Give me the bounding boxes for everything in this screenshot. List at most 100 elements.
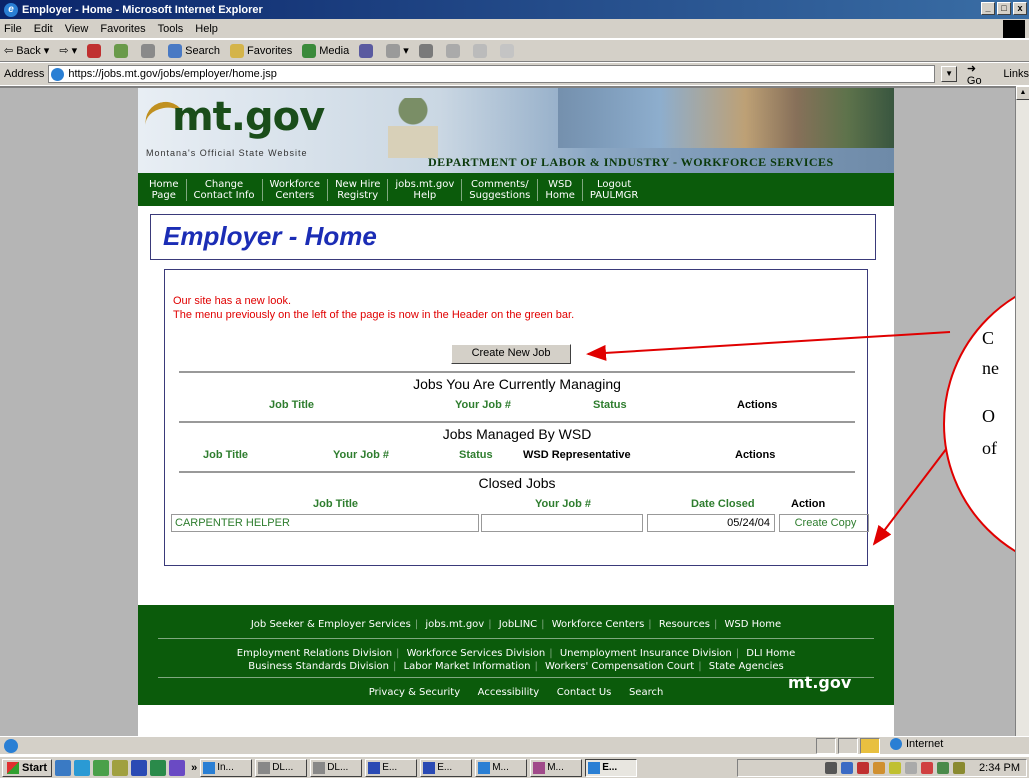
print-icon bbox=[418, 43, 433, 58]
print-button[interactable] bbox=[418, 43, 436, 58]
clock[interactable]: 2:34 PM bbox=[979, 762, 1020, 774]
menu-view[interactable]: View bbox=[65, 23, 89, 35]
quicklaunch-outlook-icon[interactable] bbox=[93, 759, 110, 776]
task-button[interactable]: E... bbox=[420, 758, 473, 777]
task-button[interactable]: M... bbox=[530, 758, 583, 777]
window-title: Employer - Home - Microsoft Internet Exp… bbox=[22, 3, 263, 16]
edit-button[interactable] bbox=[445, 43, 463, 58]
minimize-button[interactable]: _ bbox=[981, 2, 995, 15]
callout-text-3: O bbox=[982, 406, 995, 426]
tray-app-icon[interactable] bbox=[921, 762, 934, 774]
tray-app-icon[interactable] bbox=[937, 762, 950, 774]
arrow-to-create-copy bbox=[872, 443, 951, 546]
discuss-button[interactable] bbox=[472, 43, 490, 58]
quicklaunch-more-icon[interactable]: » bbox=[191, 762, 197, 774]
volume-icon[interactable] bbox=[825, 762, 838, 774]
media-button[interactable]: Media bbox=[302, 43, 349, 58]
network-icon[interactable] bbox=[841, 762, 854, 774]
ie-icon bbox=[588, 761, 601, 774]
task-app-icon bbox=[258, 761, 271, 774]
close-button[interactable]: x bbox=[1013, 2, 1027, 15]
stop-icon bbox=[87, 43, 102, 58]
window-controls: _ □ x bbox=[981, 2, 1027, 15]
favorites-button[interactable]: Favorites bbox=[229, 43, 292, 58]
search-button[interactable]: Search bbox=[168, 43, 220, 58]
address-url: https://jobs.mt.gov/jobs/employer/home.j… bbox=[68, 68, 277, 80]
favorites-icon bbox=[229, 43, 244, 58]
arrow-to-create-new-job bbox=[586, 331, 951, 361]
quicklaunch-desktop-icon[interactable] bbox=[55, 759, 72, 776]
status-bar: Internet bbox=[0, 736, 1029, 754]
word-icon bbox=[423, 761, 436, 774]
callout-text-4: of bbox=[982, 438, 997, 458]
quicklaunch-excel-icon[interactable] bbox=[150, 759, 167, 776]
start-button[interactable]: Start bbox=[2, 758, 53, 777]
forward-button[interactable]: ⇨ ▾ bbox=[59, 44, 77, 57]
vertical-scrollbar[interactable]: ▲ bbox=[1015, 86, 1029, 736]
tray-app-icon[interactable] bbox=[873, 762, 886, 774]
system-tray: 2:34 PM bbox=[737, 759, 1027, 777]
media-icon bbox=[302, 43, 317, 58]
task-button[interactable]: M... bbox=[475, 758, 528, 777]
windows-flag-icon bbox=[7, 761, 19, 774]
norton-icon[interactable] bbox=[857, 762, 870, 774]
address-dropdown-button[interactable]: ▼ bbox=[941, 66, 957, 82]
history-icon bbox=[359, 43, 374, 58]
back-arrow-icon: ⇦ bbox=[4, 45, 14, 57]
go-button[interactable]: ➜ Go bbox=[967, 62, 993, 87]
home-button[interactable] bbox=[141, 43, 158, 58]
back-button[interactable]: ⇦ Back ▾ bbox=[4, 44, 49, 58]
discuss-icon bbox=[472, 43, 487, 58]
quicklaunch-word-icon[interactable] bbox=[131, 759, 148, 776]
task-app-icon bbox=[533, 761, 546, 774]
page-icon bbox=[51, 67, 65, 81]
status-panel bbox=[838, 738, 858, 754]
callout-text-2: ne bbox=[982, 358, 999, 378]
task-button[interactable]: E... bbox=[365, 758, 418, 777]
scroll-up-icon[interactable]: ▲ bbox=[1016, 86, 1029, 100]
maximize-button[interactable]: □ bbox=[997, 2, 1011, 15]
edit-icon bbox=[445, 43, 460, 58]
security-zone: Internet bbox=[890, 738, 943, 750]
mail-button[interactable]: ▾ bbox=[386, 43, 409, 58]
menu-file[interactable]: File bbox=[4, 23, 22, 35]
word-icon bbox=[368, 761, 381, 774]
quicklaunch-ie-icon[interactable] bbox=[74, 759, 91, 776]
history-button[interactable] bbox=[359, 43, 376, 58]
refresh-icon bbox=[114, 43, 129, 58]
callout-text-1: C bbox=[982, 328, 995, 348]
globe-icon bbox=[890, 738, 902, 750]
quicklaunch-app-icon[interactable] bbox=[112, 759, 129, 776]
address-input[interactable]: https://jobs.mt.gov/jobs/employer/home.j… bbox=[48, 65, 936, 83]
address-bar: Address https://jobs.mt.gov/jobs/employe… bbox=[0, 62, 1029, 87]
address-label: Address bbox=[4, 68, 45, 80]
menu-favorites[interactable]: Favorites bbox=[100, 23, 145, 35]
task-button[interactable]: In... bbox=[200, 758, 253, 777]
menu-edit[interactable]: Edit bbox=[34, 23, 53, 35]
menu-tools[interactable]: Tools bbox=[158, 23, 184, 35]
refresh-button[interactable] bbox=[114, 43, 131, 58]
messenger-icon bbox=[499, 43, 514, 58]
menu-bar: File Edit View Favorites Tools Help bbox=[0, 19, 1029, 39]
task-app-icon bbox=[313, 761, 326, 774]
tray-app-icon[interactable] bbox=[905, 762, 918, 774]
links-button[interactable]: Links bbox=[1003, 68, 1029, 80]
status-panel bbox=[816, 738, 836, 754]
tray-app-icon[interactable] bbox=[953, 762, 966, 774]
ie-icon bbox=[478, 761, 491, 774]
task-button-active[interactable]: E... bbox=[585, 758, 638, 777]
done-icon bbox=[4, 738, 18, 753]
quicklaunch-app2-icon[interactable] bbox=[169, 759, 186, 776]
windows-taskbar: Start » In... DL... DL... E... E... M...… bbox=[0, 756, 1029, 778]
home-icon bbox=[141, 43, 156, 58]
messenger-button[interactable] bbox=[499, 43, 517, 58]
windows-logo-icon bbox=[1003, 20, 1025, 38]
callout-arrows bbox=[586, 331, 951, 546]
tray-app-icon[interactable] bbox=[889, 762, 902, 774]
menu-help[interactable]: Help bbox=[195, 23, 218, 35]
task-button[interactable]: DL... bbox=[255, 758, 308, 777]
task-button[interactable]: DL... bbox=[310, 758, 363, 777]
stop-button[interactable] bbox=[87, 43, 104, 58]
window-titlebar: e Employer - Home - Microsoft Internet E… bbox=[0, 0, 1029, 19]
mail-icon bbox=[386, 43, 401, 58]
